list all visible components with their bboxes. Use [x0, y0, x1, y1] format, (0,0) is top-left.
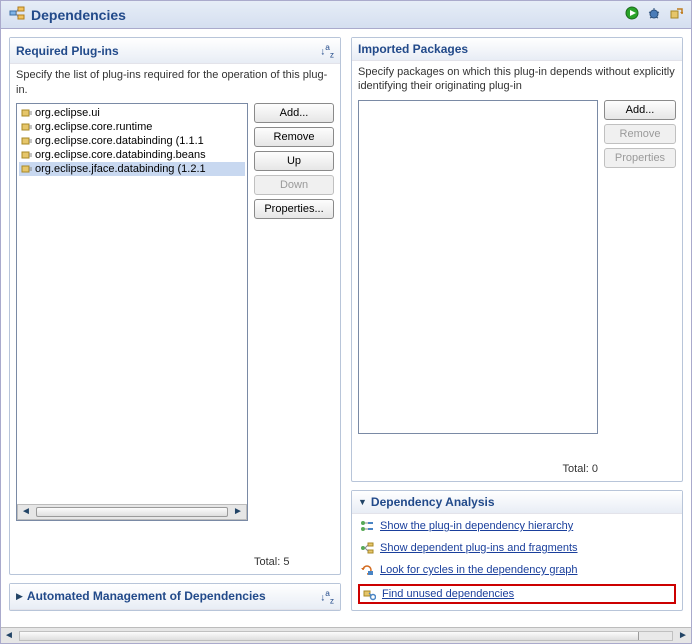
plugin-icon	[21, 108, 33, 118]
twisty-open-icon: ▼	[358, 497, 367, 507]
remove-button[interactable]: Remove	[604, 124, 676, 144]
scroll-right-icon[interactable]: ►	[230, 506, 246, 517]
unused-icon	[362, 587, 376, 601]
hierarchy-link[interactable]: Show the plug-in dependency hierarchy	[380, 520, 573, 532]
analysis-section: ▼ Dependency Analysis Show the plug-in d…	[351, 490, 683, 611]
analysis-link-row-highlighted: Find unused dependencies	[358, 584, 676, 604]
hierarchy-icon	[360, 519, 374, 533]
list-item[interactable]: org.eclipse.core.databinding (1.1.1	[19, 134, 245, 148]
sort-icon[interactable]: ↓az	[320, 42, 334, 59]
plugin-label: org.eclipse.core.databinding.beans	[35, 149, 206, 161]
sort-icon[interactable]: ↓az	[320, 588, 334, 605]
page-hscrollbar[interactable]: ◄ ►	[1, 627, 691, 643]
add-button[interactable]: Add...	[254, 103, 334, 123]
automated-section: ▶ Automated Management of Dependencies ↓…	[9, 583, 341, 611]
up-button[interactable]: Up	[254, 151, 334, 171]
required-plugins-list[interactable]: org.eclipse.ui org.eclipse.core.runtime …	[16, 103, 248, 521]
plugin-icon	[21, 150, 33, 160]
imported-packages-title: Imported Packages	[358, 42, 676, 56]
plugin-label: org.eclipse.ui	[35, 107, 100, 119]
plugin-label: org.eclipse.jface.databinding (1.2.1	[35, 163, 206, 175]
remove-button[interactable]: Remove	[254, 127, 334, 147]
properties-button[interactable]: Properties...	[254, 199, 334, 219]
analysis-header[interactable]: ▼ Dependency Analysis	[352, 491, 682, 514]
cycles-link[interactable]: Look for cycles in the dependency graph	[380, 564, 578, 576]
analysis-link-row: Look for cycles in the dependency graph	[358, 562, 676, 578]
run-icon[interactable]	[625, 6, 639, 23]
cycles-icon	[360, 563, 374, 577]
required-plugins-title: Required Plug-ins	[16, 44, 320, 58]
required-plugins-section: Required Plug-ins ↓az Specify the list o…	[9, 37, 341, 575]
automated-title: Automated Management of Dependencies	[27, 589, 320, 603]
plugin-label: org.eclipse.core.runtime	[35, 121, 152, 133]
plugin-icon	[21, 136, 33, 146]
plugin-icon	[21, 122, 33, 132]
imported-packages-header[interactable]: Imported Packages	[352, 38, 682, 61]
page-title-bar: Dependencies	[1, 1, 691, 29]
list-item[interactable]: org.eclipse.ui	[19, 106, 245, 120]
scroll-left-icon[interactable]: ◄	[1, 630, 17, 641]
list-item[interactable]: org.eclipse.core.databinding.beans	[19, 148, 245, 162]
unused-link[interactable]: Find unused dependencies	[382, 588, 514, 600]
scroll-left-icon[interactable]: ◄	[18, 506, 34, 517]
fragments-link[interactable]: Show dependent plug-ins and fragments	[380, 542, 578, 554]
scroll-thumb[interactable]	[36, 507, 228, 517]
imported-total: Total: 0	[358, 463, 598, 475]
imported-packages-list[interactable]	[358, 100, 598, 434]
plugin-icon	[21, 164, 33, 174]
scroll-thumb[interactable]	[20, 632, 639, 640]
list-item[interactable]: org.eclipse.jface.databinding (1.2.1	[19, 162, 245, 176]
add-button[interactable]: Add...	[604, 100, 676, 120]
debug-icon[interactable]	[647, 6, 661, 23]
automated-header[interactable]: ▶ Automated Management of Dependencies ↓…	[10, 584, 340, 610]
scroll-right-icon[interactable]: ►	[675, 630, 691, 641]
properties-button[interactable]: Properties	[604, 148, 676, 168]
export-icon[interactable]	[669, 6, 683, 23]
fragments-icon	[360, 541, 374, 555]
analysis-link-row: Show the plug-in dependency hierarchy	[358, 518, 676, 534]
page-title: Dependencies	[31, 7, 625, 23]
dependencies-icon	[9, 5, 25, 24]
analysis-title: Dependency Analysis	[371, 495, 676, 509]
required-plugins-desc: Specify the list of plug-ins required fo…	[16, 68, 334, 97]
list-hscrollbar[interactable]: ◄ ►	[17, 504, 247, 520]
imported-packages-section: Imported Packages Specify packages on wh…	[351, 37, 683, 482]
twisty-closed-icon: ▶	[16, 591, 23, 602]
required-plugins-header[interactable]: Required Plug-ins ↓az	[10, 38, 340, 64]
list-item[interactable]: org.eclipse.core.runtime	[19, 120, 245, 134]
imported-packages-desc: Specify packages on which this plug-in d…	[358, 65, 676, 94]
down-button[interactable]: Down	[254, 175, 334, 195]
required-total: Total: 5	[254, 556, 334, 568]
plugin-label: org.eclipse.core.databinding (1.1.1	[35, 135, 204, 147]
analysis-link-row: Show dependent plug-ins and fragments	[358, 540, 676, 556]
